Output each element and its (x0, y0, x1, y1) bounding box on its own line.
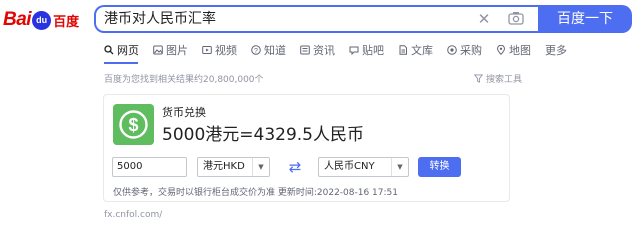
conversion-result: 5000港元=4329.5人民币 (162, 125, 364, 145)
from-currency-value: 港元HKD (203, 161, 245, 172)
amount-input[interactable]: 5000 (112, 157, 187, 177)
tab-label: 更多 (545, 44, 567, 57)
tab-web[interactable]: 网页 (104, 43, 139, 57)
tab-label: 文库 (411, 44, 433, 57)
active-tab-indicator (104, 62, 138, 64)
logo-du-text: du (36, 15, 48, 25)
tab-label: 资讯 (313, 44, 335, 57)
from-currency-select[interactable]: 港元HKD ▼ (197, 157, 270, 177)
search-tools-label: 搜索工具 (486, 75, 523, 85)
svg-text:?: ? (254, 48, 258, 55)
svg-text:$: $ (128, 115, 138, 135)
tab-label: 视频 (215, 44, 237, 57)
search-tools[interactable]: 搜索工具 (474, 72, 522, 85)
to-currency-select[interactable]: 人民币CNY ▼ (318, 157, 409, 177)
search-input[interactable]: 港币对人民币汇率 (104, 10, 216, 28)
paw-icon: du (32, 10, 52, 30)
logo-bai-text: Bai (3, 9, 32, 30)
search-button[interactable]: 百度一下 (538, 5, 632, 33)
tab-map[interactable]: 地图 (496, 43, 531, 57)
to-currency-value: 人民币CNY (324, 161, 375, 172)
disclaimer-text: 仅供参考，交易时以银行柜台成交价为准 更新时间:2022-08-16 17:51 (113, 188, 398, 198)
video-icon (202, 46, 212, 54)
camera-icon[interactable] (508, 11, 524, 25)
tab-label: 贴吧 (362, 44, 384, 57)
tab-video[interactable]: 视频 (202, 43, 237, 57)
tab-caigou[interactable]: 采购 (447, 43, 482, 57)
convert-button[interactable]: 转换 (418, 157, 461, 177)
chevron-down-icon: ▼ (391, 158, 408, 176)
tab-label: 地图 (509, 44, 531, 57)
tab-label: 采购 (460, 44, 482, 57)
clear-icon[interactable]: ✕ (474, 9, 494, 29)
tab-label: 图片 (166, 44, 188, 57)
tab-images[interactable]: 图片 (153, 43, 188, 57)
nav-tabs: 网页 图片 视频 ? 知道 资讯 贴吧 文库 采购 地图 更多 (104, 43, 581, 57)
tieba-icon (349, 46, 359, 55)
tab-more[interactable]: 更多 (545, 43, 567, 57)
tab-news[interactable]: 资讯 (300, 43, 335, 57)
search-icon (104, 45, 114, 55)
swap-icon[interactable]: ⇄ (286, 158, 304, 176)
filter-icon (474, 74, 483, 83)
logo-baidu-chinese: 百度 (53, 14, 80, 30)
tab-wenku[interactable]: 文库 (398, 43, 433, 57)
chevron-down-icon: ▼ (252, 158, 269, 176)
baidu-logo[interactable]: Bai du 百度 (3, 6, 79, 34)
image-icon (153, 45, 163, 55)
purchase-icon (447, 45, 457, 55)
result-count: 百度为您找到相关结果约20,800,000个 (104, 75, 264, 85)
tab-zhidao[interactable]: ? 知道 (251, 43, 286, 57)
dollar-icon: $ (113, 104, 154, 145)
tab-label: 知道 (264, 44, 286, 57)
card-title: 货币兑换 (162, 106, 206, 119)
map-icon (496, 45, 506, 55)
result-url[interactable]: fx.cnfol.com/ (104, 210, 162, 220)
tab-label: 网页 (117, 44, 139, 57)
news-icon (300, 45, 310, 55)
tab-tieba[interactable]: 贴吧 (349, 43, 384, 57)
document-icon (399, 45, 407, 55)
question-icon: ? (251, 45, 261, 55)
